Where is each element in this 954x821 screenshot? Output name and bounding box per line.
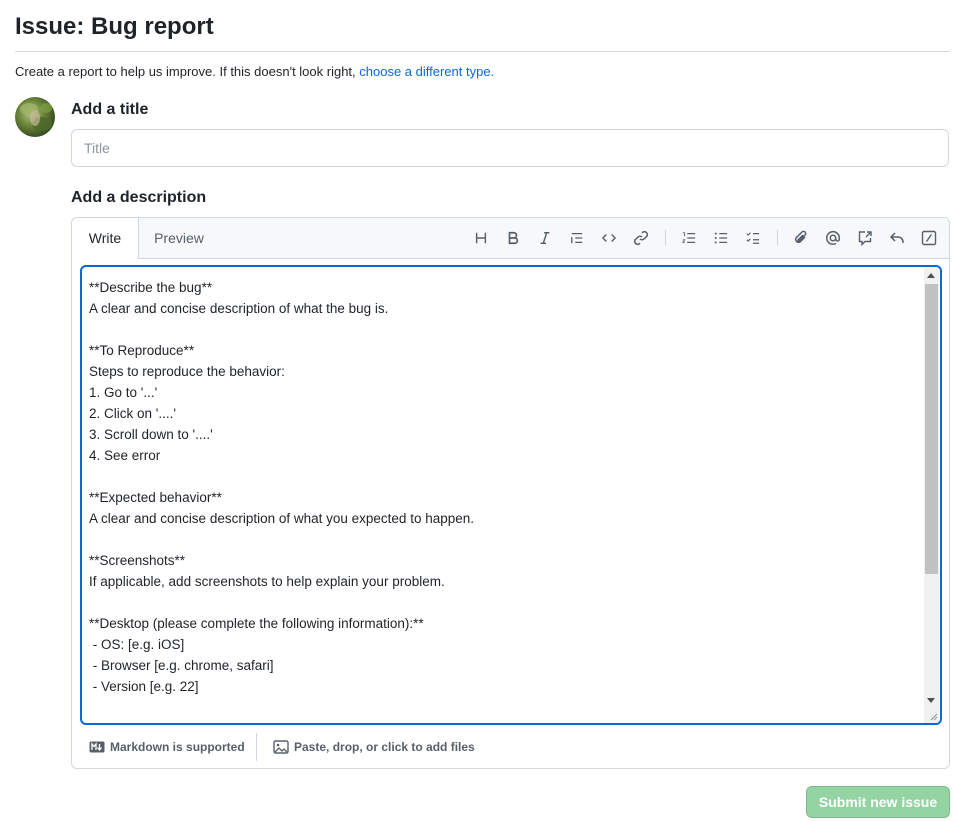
tab-write[interactable]: Write (72, 218, 139, 259)
markdown-icon (89, 741, 105, 753)
cross-reference-icon[interactable] (855, 228, 875, 248)
tab-preview[interactable]: Preview (143, 218, 215, 258)
image-icon (273, 740, 289, 754)
scroll-thumb[interactable] (925, 284, 938, 574)
toolbar-divider (665, 230, 666, 246)
mention-icon[interactable] (823, 228, 843, 248)
unordered-list-icon[interactable] (711, 228, 731, 248)
markdown-label: Markdown is supported (110, 740, 245, 754)
title-label: Add a title (71, 101, 149, 118)
description-editor: Write Preview **Describe the bug** A cle… (71, 217, 950, 769)
scroll-up-arrow-icon[interactable] (927, 273, 935, 278)
bold-icon[interactable] (503, 228, 523, 248)
add-files-button[interactable]: Paste, drop, or click to add files (273, 739, 475, 755)
page-title: Issue: Bug report (15, 13, 214, 40)
user-avatar (15, 97, 55, 137)
slash-command-icon[interactable] (919, 228, 939, 248)
textarea-scrollbar[interactable] (924, 267, 939, 723)
title-divider (15, 51, 950, 52)
code-icon[interactable] (599, 228, 619, 248)
title-input[interactable] (71, 129, 949, 167)
quote-icon[interactable] (567, 228, 587, 248)
task-list-icon[interactable] (743, 228, 763, 248)
footer-divider (256, 733, 257, 761)
numbered-list-icon[interactable] (679, 228, 699, 248)
markdown-support-link[interactable]: Markdown is supported (89, 739, 245, 755)
description-textarea[interactable]: **Describe the bug** A clear and concise… (80, 265, 942, 725)
attach-icon[interactable] (791, 228, 811, 248)
link-icon[interactable] (631, 228, 651, 248)
submit-new-issue-button[interactable]: Submit new issue (806, 786, 950, 818)
avatar-image (20, 103, 52, 131)
choose-different-type-link[interactable]: choose a different type. (359, 64, 494, 79)
editor-header: Write Preview (72, 218, 949, 259)
scroll-down-arrow-icon[interactable] (927, 698, 935, 703)
heading-icon[interactable] (471, 228, 491, 248)
add-files-label: Paste, drop, or click to add files (294, 740, 475, 754)
resize-grip-icon[interactable] (929, 712, 938, 721)
italic-icon[interactable] (535, 228, 555, 248)
intro-description: Create a report to help us improve. If t… (15, 64, 360, 79)
description-text[interactable]: **Describe the bug** A clear and concise… (89, 277, 919, 723)
intro-text: Create a report to help us improve. If t… (15, 63, 494, 81)
toolbar-divider (777, 230, 778, 246)
editor-footer: Markdown is supported Paste, drop, or cl… (72, 731, 949, 765)
description-label: Add a description (71, 189, 207, 206)
reply-icon[interactable] (887, 228, 907, 248)
